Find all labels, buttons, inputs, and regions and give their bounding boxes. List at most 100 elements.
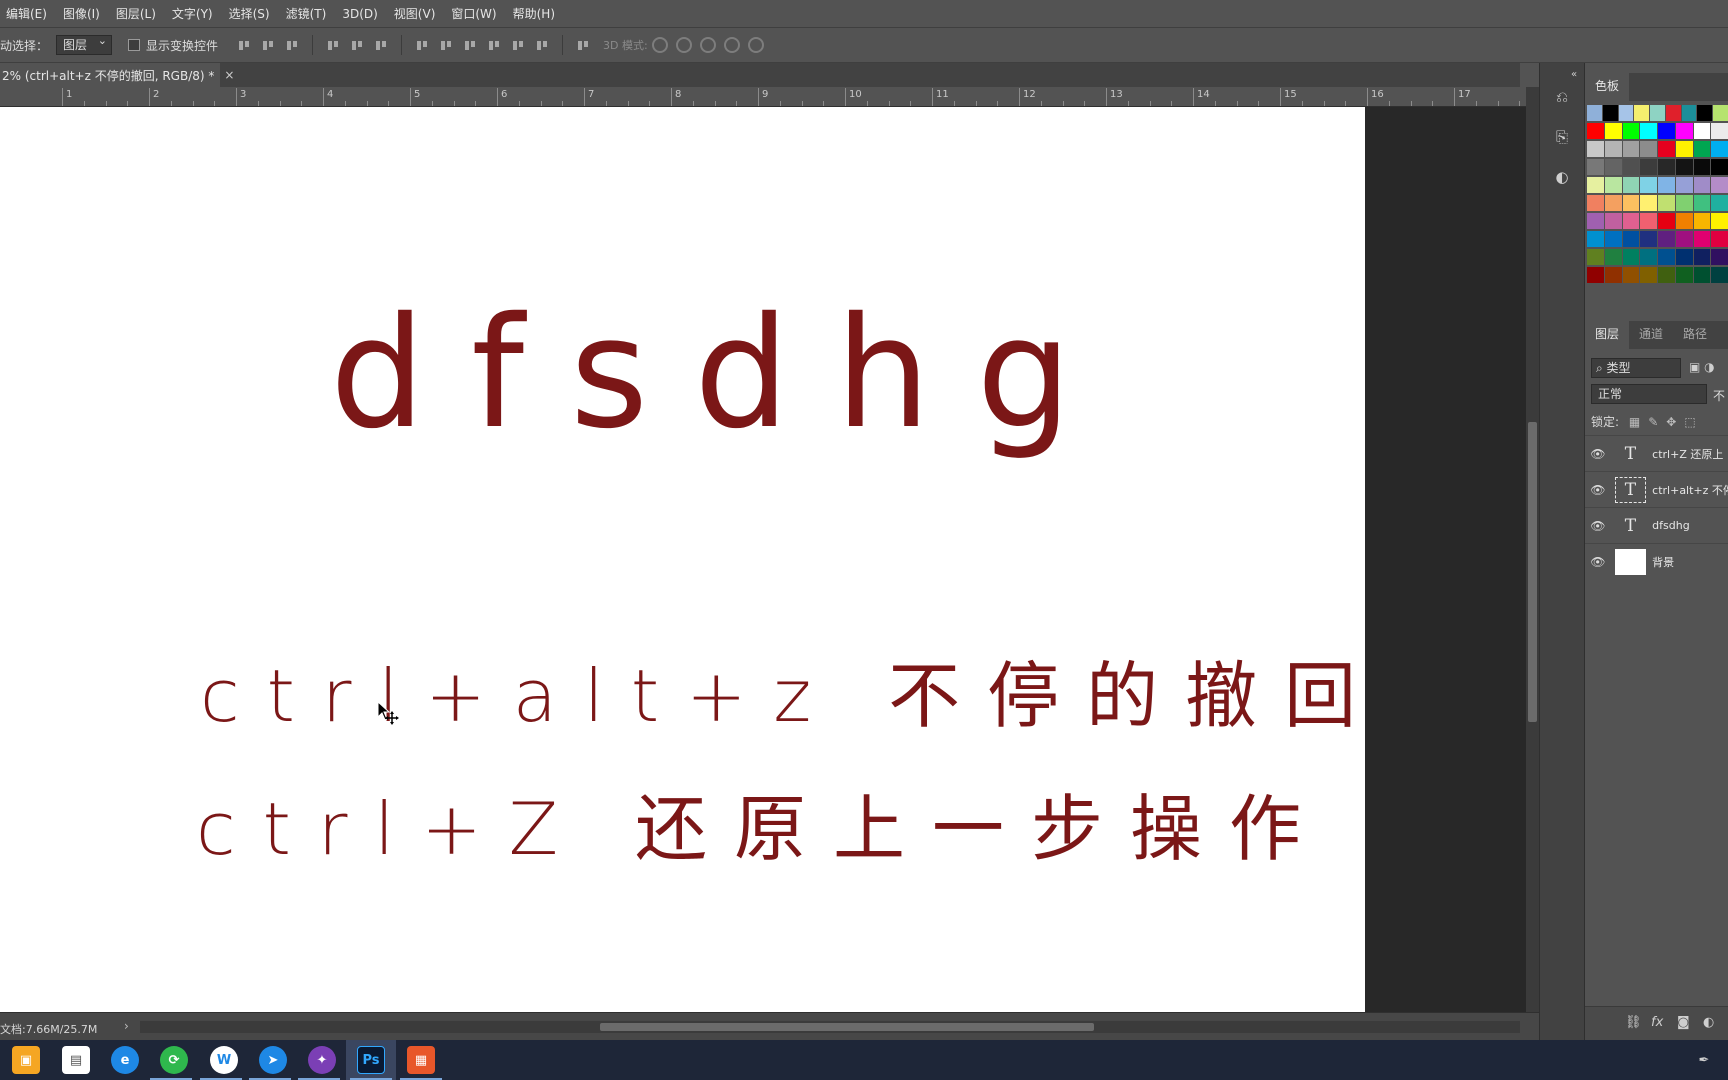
menu-type[interactable]: 文字(Y) [172, 5, 213, 22]
menu-layer[interactable]: 图层(L) [116, 5, 156, 22]
color-swatch[interactable] [1675, 123, 1693, 139]
properties-icon[interactable]: ⎘ [1552, 127, 1572, 147]
vertical-scroll-thumb[interactable] [1528, 422, 1537, 722]
color-swatch[interactable] [1622, 249, 1640, 265]
mask-icon[interactable]: ◙ [1677, 1015, 1690, 1030]
adjustments-icon[interactable]: ◐ [1552, 167, 1572, 187]
layer-name[interactable]: ctrl+Z 还原上 [1652, 446, 1728, 462]
color-swatch[interactable] [1622, 159, 1640, 175]
color-swatch[interactable] [1658, 195, 1675, 211]
w-app-icon[interactable]: W [210, 1046, 238, 1074]
eye-icon[interactable]: 👁 [1585, 555, 1611, 569]
auto-align-icon[interactable] [576, 38, 590, 52]
color-swatch[interactable] [1587, 159, 1604, 175]
photoshop-icon[interactable]: Ps [357, 1046, 385, 1074]
close-icon[interactable]: × [224, 68, 234, 82]
color-swatch[interactable] [1675, 267, 1693, 283]
drag-3d-icon[interactable] [699, 37, 716, 53]
color-swatch[interactable] [1622, 177, 1640, 193]
color-swatch[interactable] [1640, 141, 1657, 157]
color-swatch[interactable] [1693, 141, 1711, 157]
color-swatch[interactable] [1693, 177, 1711, 193]
slide-3d-icon[interactable] [723, 37, 740, 53]
color-swatch[interactable] [1711, 231, 1728, 247]
color-swatch[interactable] [1604, 267, 1622, 283]
link-icon[interactable]: ⛓ [1625, 1015, 1642, 1030]
distribute-hcenter-icon[interactable] [511, 38, 525, 52]
align-top-icon[interactable] [237, 38, 251, 52]
blend-mode-dropdown[interactable]: 正常 [1591, 384, 1707, 404]
tab-layers[interactable]: 图层 [1585, 318, 1630, 349]
color-swatch[interactable] [1604, 249, 1622, 265]
color-swatch[interactable] [1693, 267, 1711, 283]
vertical-scrollbar[interactable] [1526, 87, 1539, 1012]
color-swatch[interactable] [1622, 213, 1640, 229]
color-swatch[interactable] [1658, 141, 1675, 157]
color-swatch[interactable] [1658, 267, 1675, 283]
color-swatch[interactable] [1634, 105, 1650, 121]
send-icon[interactable]: ➤ [259, 1046, 287, 1074]
color-swatch[interactable] [1640, 159, 1657, 175]
color-swatch[interactable] [1604, 123, 1622, 139]
distribute-right-icon[interactable] [535, 38, 549, 52]
color-swatch[interactable] [1618, 105, 1634, 121]
canvas-text-ctrl-alt-z[interactable]: ctrl+alt+z 不停的撤回 [200, 637, 1365, 742]
color-swatch[interactable] [1640, 231, 1657, 247]
color-swatch[interactable] [1587, 249, 1604, 265]
color-swatch[interactable] [1604, 213, 1622, 229]
color-swatch[interactable] [1711, 123, 1728, 139]
color-swatch[interactable] [1640, 123, 1657, 139]
menu-image[interactable]: 图像(I) [63, 5, 100, 22]
tab-swatches[interactable]: 色板 [1585, 70, 1630, 101]
color-swatch[interactable] [1658, 249, 1675, 265]
color-swatch[interactable] [1675, 195, 1693, 211]
color-swatch[interactable] [1675, 177, 1693, 193]
menu-edit[interactable]: 编辑(E) [6, 5, 47, 22]
sync-icon[interactable]: ⟳ [160, 1046, 188, 1074]
align-hcenter-icon[interactable] [350, 38, 364, 52]
color-swatch[interactable] [1711, 195, 1728, 211]
color-swatch[interactable] [1711, 213, 1728, 229]
menu-help[interactable]: 帮助(H) [513, 5, 555, 22]
color-swatch[interactable] [1622, 231, 1640, 247]
color-swatch[interactable] [1711, 141, 1728, 157]
document-canvas[interactable]: dfsdhg ctrl+alt+z 不停的撤回 ctrl+Z 还原上一步操作 [0, 107, 1365, 1012]
color-swatch[interactable] [1711, 249, 1728, 265]
color-swatch[interactable] [1640, 213, 1657, 229]
layer-row[interactable]: 👁 Tctrl+alt+z 不停 [1585, 471, 1728, 507]
distribute-top-icon[interactable] [415, 38, 429, 52]
color-swatch[interactable] [1697, 105, 1713, 121]
menu-3d[interactable]: 3D(D) [342, 7, 377, 21]
color-swatch[interactable] [1658, 213, 1675, 229]
layer-name[interactable]: 背景 [1652, 554, 1728, 570]
layer-filter-dropdown[interactable]: ⌕ 类型 [1591, 358, 1681, 378]
color-swatch[interactable] [1640, 267, 1657, 283]
layer-name[interactable]: ctrl+alt+z 不停 [1652, 482, 1728, 498]
layer-name[interactable]: dfsdhg [1652, 519, 1728, 532]
color-swatch[interactable] [1675, 249, 1693, 265]
orbit-3d-icon[interactable] [651, 37, 668, 53]
align-right-icon[interactable] [374, 38, 388, 52]
color-swatch[interactable] [1658, 177, 1675, 193]
menu-filter[interactable]: 滤镜(T) [286, 5, 327, 22]
color-swatch[interactable] [1622, 195, 1640, 211]
slides-icon[interactable]: ▦ [407, 1046, 435, 1074]
color-swatch[interactable] [1711, 159, 1728, 175]
ps-cs-icon[interactable]: ✦ [308, 1046, 336, 1074]
color-swatch[interactable] [1711, 267, 1728, 283]
roll-3d-icon[interactable] [675, 37, 692, 53]
canvas-text-ctrl-z[interactable]: ctrl+Z 还原上一步操作 [196, 770, 1328, 875]
color-swatch[interactable] [1587, 177, 1604, 193]
color-swatch[interactable] [1675, 159, 1693, 175]
lock-icons[interactable]: ▦✎✥⬚ [1629, 415, 1704, 429]
chevron-right-icon[interactable]: › [124, 1019, 129, 1033]
distribute-bottom-icon[interactable] [463, 38, 477, 52]
color-swatch[interactable] [1650, 105, 1665, 121]
color-swatch[interactable] [1693, 249, 1711, 265]
color-swatch[interactable] [1604, 141, 1622, 157]
color-swatch[interactable] [1693, 195, 1711, 211]
color-swatch[interactable] [1587, 141, 1604, 157]
horizontal-ruler[interactable]: 1 2 3 4 5 6 7 8 9 10 11 12 13 14 15 16 17 [0, 87, 1526, 107]
collapse-arrows-icon[interactable]: « [1564, 65, 1584, 85]
fx-icon[interactable]: fx [1651, 1015, 1663, 1030]
